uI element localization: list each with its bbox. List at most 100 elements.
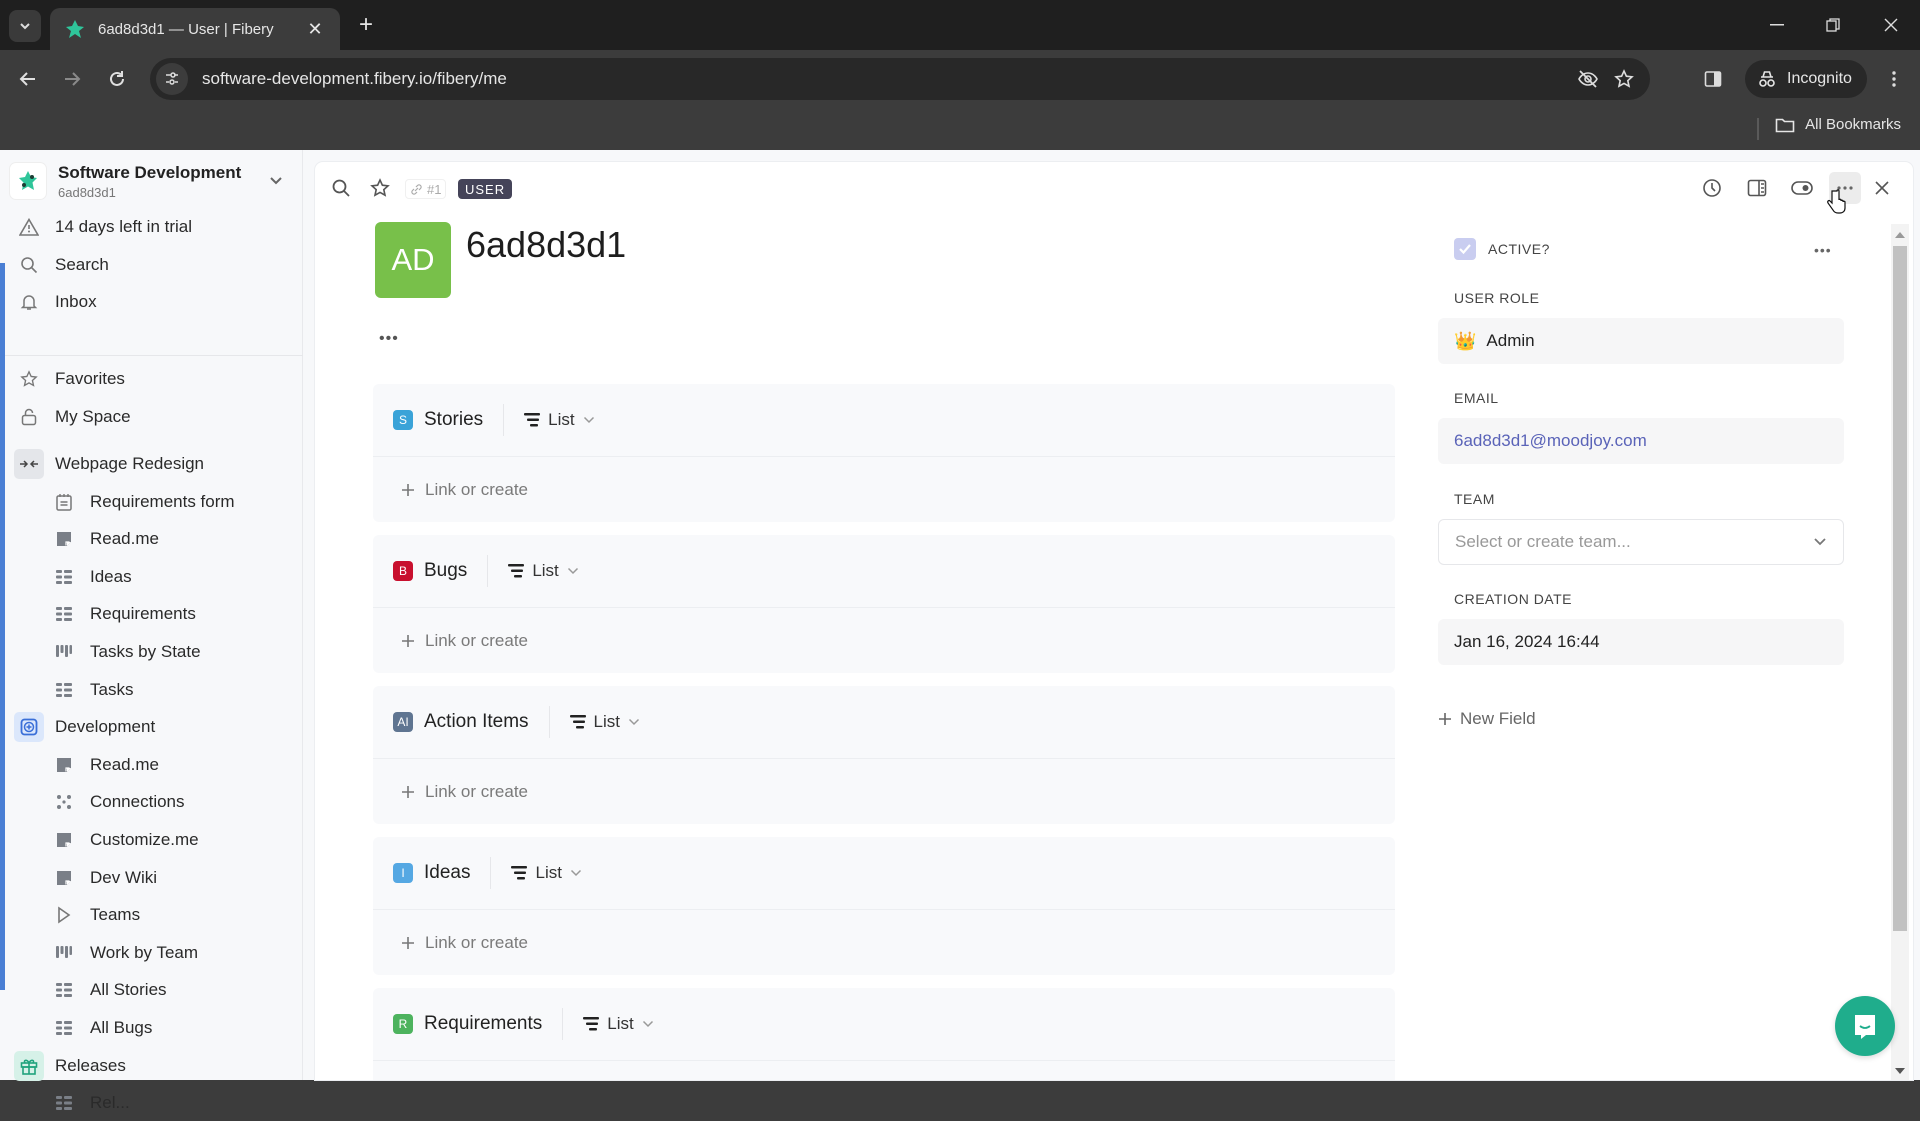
all-bookmarks-button[interactable]: All Bookmarks bbox=[1775, 116, 1901, 133]
sidebar-item-label: Connections bbox=[90, 792, 185, 812]
user-role-field[interactable]: 👑 Admin bbox=[1438, 318, 1844, 364]
sidebar-item-ideas[interactable]: Ideas bbox=[0, 559, 303, 595]
new-field-button[interactable]: New Field bbox=[1438, 709, 1536, 729]
browser-tab[interactable]: 6ad8d3d1 — User | Fibery ✕ bbox=[50, 8, 340, 50]
sidebar-item-label: Read.me bbox=[90, 754, 159, 774]
folder-icon bbox=[1775, 118, 1795, 132]
sidebar-item-label: Ideas bbox=[90, 566, 132, 586]
description-more-button[interactable]: ••• bbox=[379, 330, 399, 348]
layout-toggle-button[interactable] bbox=[1745, 176, 1769, 200]
sidebar-space-releases[interactable]: Releases bbox=[0, 1048, 303, 1084]
view-switcher[interactable]: List bbox=[511, 863, 581, 883]
close-window-button[interactable] bbox=[1868, 10, 1914, 40]
scroll-down-arrow-icon[interactable] bbox=[1895, 1068, 1905, 1074]
relation-divider bbox=[487, 555, 489, 587]
minimize-button[interactable] bbox=[1754, 10, 1800, 40]
browser-tab-bar: 6ad8d3d1 — User | Fibery ✕ + bbox=[0, 0, 1920, 50]
sidebar-item-inbox[interactable]: Inbox bbox=[0, 284, 303, 320]
sidebar-item-tasks[interactable]: Tasks bbox=[0, 672, 303, 708]
scrollbar-thumb[interactable] bbox=[1893, 246, 1907, 931]
sidebar-item-rel[interactable]: Rel... bbox=[0, 1085, 303, 1121]
relation-name[interactable]: Action Items bbox=[424, 711, 529, 733]
link-or-create-button[interactable]: Link or create bbox=[373, 759, 1395, 824]
side-panel-button[interactable] bbox=[1697, 63, 1729, 95]
link-or-create-label: Link or create bbox=[425, 479, 528, 499]
connections-icon bbox=[52, 790, 76, 814]
sidebar-item-label: Search bbox=[55, 255, 109, 274]
browser-menu-button[interactable] bbox=[1878, 63, 1910, 95]
link-or-create-button[interactable]: Link or create bbox=[373, 457, 1395, 522]
watch-toggle-button[interactable] bbox=[1790, 176, 1814, 200]
sidebar-item-search[interactable]: Search bbox=[0, 247, 303, 283]
favorite-button[interactable] bbox=[368, 176, 392, 200]
link-or-create-button[interactable]: Link or create bbox=[373, 608, 1395, 673]
view-switcher[interactable]: List bbox=[524, 410, 594, 430]
new-tab-button[interactable]: + bbox=[353, 11, 379, 38]
relation-name[interactable]: Ideas bbox=[424, 862, 470, 884]
sidebar-item-favorites[interactable]: Favorites bbox=[0, 361, 303, 397]
tab-close-icon[interactable]: ✕ bbox=[304, 19, 326, 40]
forward-button[interactable] bbox=[56, 63, 88, 95]
sidebar-item-read-me[interactable]: Read.me bbox=[0, 747, 303, 783]
email-field[interactable]: 6ad8d3d1@moodjoy.com bbox=[1438, 418, 1844, 464]
close-icon bbox=[1884, 18, 1898, 32]
sidebar-item-label: Webpage Redesign bbox=[55, 454, 205, 473]
relation-header: I Ideas List bbox=[373, 837, 1395, 910]
sidebar-item-my-space[interactable]: My Space bbox=[0, 399, 303, 435]
sidebar-space-webpage-redesign[interactable]: Webpage Redesign bbox=[0, 446, 303, 482]
tracking-protection-button[interactable] bbox=[1570, 63, 1606, 95]
sidebar-item-label: Customize.me bbox=[90, 830, 199, 849]
url-text[interactable]: software-development.fibery.io/fibery/me bbox=[202, 69, 1570, 89]
view-switcher[interactable]: List bbox=[508, 561, 578, 581]
search-button[interactable] bbox=[329, 176, 353, 200]
restore-button[interactable] bbox=[1810, 10, 1856, 40]
entity-avatar[interactable]: AD bbox=[375, 222, 451, 298]
sidebar-item-14-days-left-in-trial[interactable]: 14 days left in trial bbox=[0, 209, 303, 245]
sidebar-item-teams[interactable]: Teams bbox=[0, 897, 303, 933]
sidebar-item-all-stories[interactable]: All Stories bbox=[0, 972, 303, 1008]
tab-search-button[interactable] bbox=[9, 10, 41, 42]
workspace-switcher[interactable]: Software Development 6ad8d3d1 bbox=[10, 158, 293, 204]
sidebar-item-connections[interactable]: Connections bbox=[0, 784, 303, 820]
sidebar-item-customize-me[interactable]: Customize.me bbox=[0, 822, 303, 858]
sidebar-item-all-bugs[interactable]: All Bugs bbox=[0, 1010, 303, 1046]
sidebar-space-development[interactable]: Development bbox=[0, 709, 303, 745]
link-or-create-button[interactable]: Link or create bbox=[373, 910, 1395, 975]
sidebar-item-label: All Bugs bbox=[90, 1018, 153, 1037]
entity-title[interactable]: 6ad8d3d1 bbox=[466, 224, 626, 266]
sidebar-item-requirements[interactable]: Requirements bbox=[0, 596, 303, 632]
star-icon bbox=[1614, 69, 1634, 88]
email-value[interactable]: 6ad8d3d1@moodjoy.com bbox=[1454, 431, 1647, 451]
list-view-icon bbox=[569, 715, 586, 729]
view-switcher[interactable]: List bbox=[569, 712, 640, 732]
fields-more-button[interactable]: ••• bbox=[1814, 242, 1832, 258]
close-entity-button[interactable] bbox=[1870, 176, 1894, 200]
scroll-up-arrow-icon[interactable] bbox=[1895, 232, 1905, 238]
view-switcher[interactable]: List bbox=[583, 1014, 653, 1034]
sidebar-item-requirements-form[interactable]: Requirements form bbox=[0, 484, 303, 520]
active-field[interactable]: ACTIVE? bbox=[1454, 238, 1550, 260]
active-checkbox[interactable] bbox=[1454, 238, 1476, 260]
site-info-button[interactable] bbox=[156, 63, 188, 95]
incognito-indicator[interactable]: Incognito bbox=[1745, 60, 1867, 98]
history-button[interactable] bbox=[1700, 176, 1724, 200]
copy-link-button[interactable]: #1 bbox=[405, 179, 447, 199]
bookmark-star-button[interactable] bbox=[1606, 63, 1642, 95]
chevron-down-icon bbox=[628, 718, 640, 726]
sidebar-item-work-by-team[interactable]: Work by Team bbox=[0, 935, 303, 971]
sidebar-item-read-me[interactable]: Read.me bbox=[0, 521, 303, 557]
back-button[interactable] bbox=[12, 63, 44, 95]
relation-name[interactable]: Stories bbox=[424, 409, 483, 431]
relation-name[interactable]: Requirements bbox=[424, 1013, 542, 1035]
team-select[interactable]: Select or create team... bbox=[1438, 519, 1844, 565]
relation-name[interactable]: Bugs bbox=[424, 560, 467, 582]
sidebar-item-tasks-by-state[interactable]: Tasks by State bbox=[0, 634, 303, 670]
workspace-chevron-icon[interactable] bbox=[269, 176, 293, 186]
user-role-label: USER ROLE bbox=[1454, 290, 1540, 306]
support-chat-button[interactable] bbox=[1835, 996, 1895, 1056]
address-bar[interactable]: software-development.fibery.io/fibery/me bbox=[150, 58, 1650, 100]
reload-button[interactable] bbox=[101, 63, 133, 95]
clock-icon bbox=[1703, 179, 1721, 197]
sidebar-item-dev-wiki[interactable]: Dev Wiki bbox=[0, 860, 303, 896]
scrollbar[interactable] bbox=[1891, 224, 1909, 1080]
